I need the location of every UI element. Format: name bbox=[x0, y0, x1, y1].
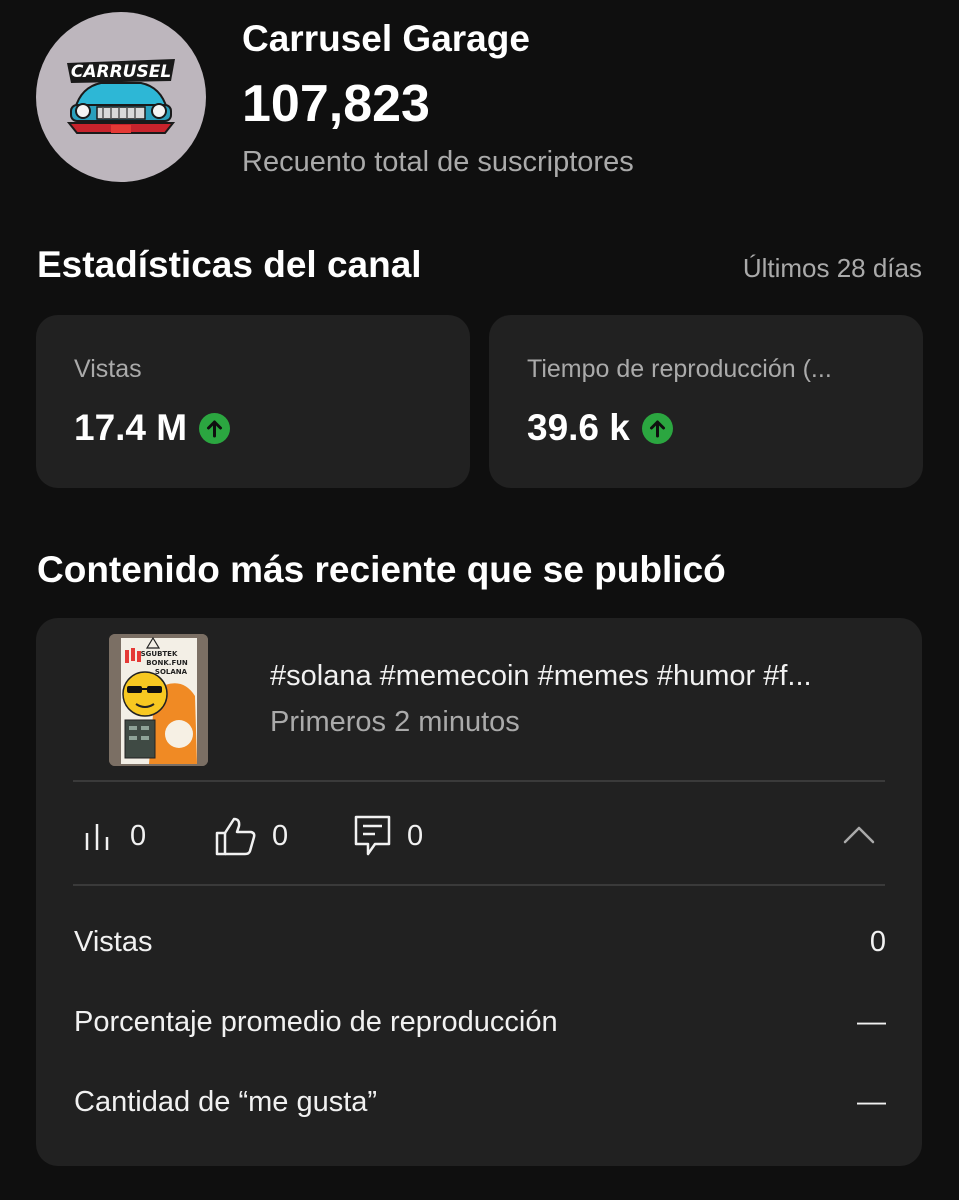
detail-value: — bbox=[857, 1006, 886, 1038]
channel-logo-text: CARRUSEL bbox=[71, 62, 171, 82]
divider bbox=[73, 780, 885, 782]
views-metric: 0 bbox=[82, 814, 146, 858]
recent-content-card: SGUBTEK BONK.FUN SOLANA #solana #memecoi… bbox=[36, 618, 922, 1166]
trend-up-icon bbox=[199, 412, 231, 444]
stat-value-row: 39.6 k bbox=[527, 407, 673, 449]
stat-card-views[interactable]: Vistas 17.4 M bbox=[36, 315, 470, 488]
video-title[interactable]: #solana #memecoin #memes #humor #f... bbox=[270, 660, 812, 693]
stat-value-row: 17.4 M bbox=[74, 407, 231, 449]
video-subtitle: Primeros 2 minutos bbox=[270, 706, 520, 738]
comment-icon bbox=[354, 815, 391, 856]
stat-label: Tiempo de reproducción (... bbox=[527, 355, 832, 383]
detail-row-likes: Cantidad de “me gusta” — bbox=[74, 1086, 886, 1119]
stat-label: Vistas bbox=[74, 355, 142, 383]
detail-value: 0 bbox=[869, 926, 886, 958]
detail-label: Vistas bbox=[74, 926, 153, 958]
detail-row-views: Vistas 0 bbox=[74, 926, 886, 959]
likes-metric: 0 bbox=[214, 814, 288, 858]
thumb-text-2: BONK.FUN bbox=[146, 659, 188, 667]
subscriber-count: 107,823 bbox=[242, 75, 430, 133]
detail-label: Porcentaje promedio de reproducción bbox=[74, 1006, 558, 1038]
stat-card-watch-time[interactable]: Tiempo de reproducción (... 39.6 k bbox=[489, 315, 923, 488]
comments-count: 0 bbox=[407, 819, 424, 852]
detail-label: Cantidad de “me gusta” bbox=[74, 1086, 378, 1118]
video-thumbnail[interactable]: SGUBTEK BONK.FUN SOLANA bbox=[109, 634, 208, 766]
channel-logo: CARRUSEL bbox=[66, 59, 176, 134]
stat-value: 17.4 M bbox=[74, 407, 188, 448]
comments-metric: 0 bbox=[353, 814, 423, 858]
thumb-text-1: SGUBTEK bbox=[141, 650, 178, 658]
recent-section-title: Contenido más reciente que se publicó bbox=[37, 549, 726, 590]
bar-chart-icon bbox=[85, 824, 109, 850]
detail-value: — bbox=[857, 1086, 886, 1118]
divider bbox=[73, 884, 885, 886]
channel-dashboard: CARRUSEL Carrusel Garage 107,823 Recuent… bbox=[0, 0, 959, 1200]
subscriber-label: Recuento total de suscriptores bbox=[242, 146, 634, 178]
stats-section-title: Estadísticas del canal bbox=[37, 244, 422, 285]
likes-count: 0 bbox=[272, 819, 289, 852]
thumb-text-3: SOLANA bbox=[155, 668, 188, 676]
channel-avatar[interactable]: CARRUSEL bbox=[36, 12, 206, 182]
channel-name: Carrusel Garage bbox=[242, 18, 530, 59]
stats-period: Últimos 28 días bbox=[742, 253, 922, 283]
stat-value: 39.6 k bbox=[527, 407, 630, 448]
thumbs-up-icon bbox=[215, 817, 256, 856]
trend-up-icon bbox=[641, 412, 673, 444]
views-count: 0 bbox=[130, 819, 147, 852]
chevron-up-icon[interactable] bbox=[842, 822, 876, 846]
detail-row-avg-percentage: Porcentaje promedio de reproducción — bbox=[74, 1006, 886, 1039]
